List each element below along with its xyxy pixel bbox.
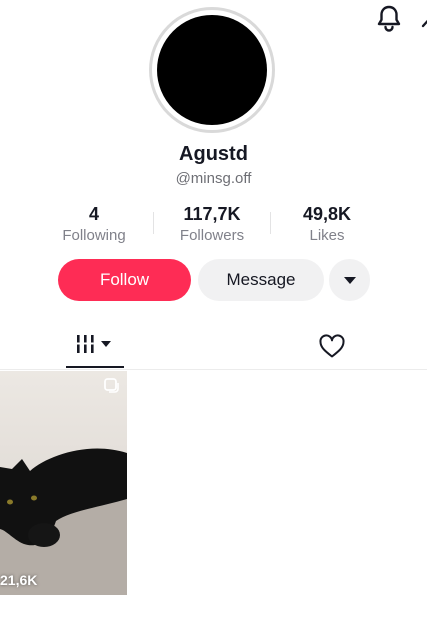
caret-down-icon xyxy=(343,270,356,290)
stat-following-value: 4 xyxy=(88,204,99,224)
tab-separator xyxy=(0,369,427,370)
video-view-count: 21,6K xyxy=(0,572,38,588)
stat-followers-value: 117,7K xyxy=(183,204,241,224)
video-thumbnail[interactable] xyxy=(0,371,127,595)
multi-photo-icon xyxy=(103,377,119,398)
username: @minsg.off xyxy=(175,170,252,187)
avatar[interactable] xyxy=(157,15,267,125)
stat-divider xyxy=(153,212,154,234)
follow-button[interactable]: Follow xyxy=(58,259,191,301)
tab-liked[interactable] xyxy=(317,332,347,360)
stat-following-label: Following xyxy=(62,227,126,244)
tab-videos[interactable] xyxy=(66,331,124,361)
stat-likes[interactable]: 49,8K Likes xyxy=(272,204,382,244)
message-button[interactable]: Message xyxy=(198,259,324,301)
stat-likes-value: 49,8K xyxy=(302,204,352,224)
more-options-button[interactable] xyxy=(329,259,370,301)
tab-active-indicator xyxy=(66,366,124,368)
share-icon[interactable] xyxy=(418,6,427,34)
heart-outline-icon xyxy=(317,334,347,364)
stat-followers[interactable]: 117,7K Followers xyxy=(157,204,267,244)
notification-bell-icon[interactable] xyxy=(375,4,403,32)
stat-likes-label: Likes xyxy=(309,227,345,244)
display-name: Agustd xyxy=(179,143,248,165)
stat-following[interactable]: 4 Following xyxy=(39,204,149,244)
stat-divider xyxy=(270,212,271,234)
stat-followers-label: Followers xyxy=(179,227,245,244)
videos-grid-icon xyxy=(73,333,117,360)
